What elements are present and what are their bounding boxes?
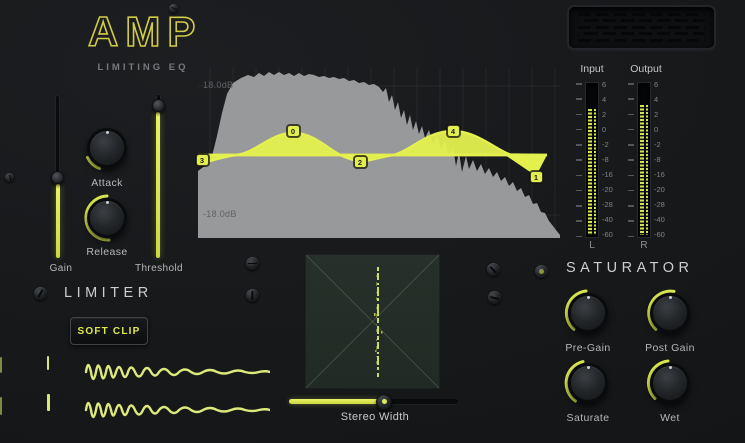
threshold-label: Threshold — [134, 263, 184, 274]
release-label: Release — [86, 246, 128, 258]
input-meter-label: Input — [580, 63, 604, 75]
pre-gain-knob[interactable] — [562, 287, 614, 339]
post-gain-label: Post Gain — [645, 342, 695, 354]
limiter-waveform-bottom — [84, 401, 270, 419]
post-gain-knob[interactable] — [644, 287, 696, 339]
saturate-knob[interactable] — [562, 357, 614, 409]
input-meter-ticks — [576, 83, 583, 237]
eq-db-top-label: 18.0dB — [203, 80, 234, 90]
limiter-waveform-top — [84, 363, 270, 381]
eq-band-handle[interactable]: 4 — [446, 125, 460, 137]
stereo-field-display — [305, 254, 440, 389]
waveform-tick — [47, 394, 50, 411]
wet-knob[interactable] — [644, 357, 696, 409]
grille-slot-row — [578, 38, 705, 42]
gain-slider-handle[interactable] — [51, 171, 64, 184]
limiter-title: LIMITER — [64, 285, 153, 301]
stereo-width-slider-handle[interactable] — [376, 393, 392, 410]
eq-spectrum-graph — [197, 68, 560, 238]
threshold-slider-fill — [156, 112, 160, 258]
eq-band-handle[interactable]: 1 — [529, 171, 543, 183]
input-meter-scale: 642 0 -2 -8 -16 -20 -28 -40 -60 — [602, 80, 613, 239]
soft-clip-button[interactable]: SOFT CLIP — [70, 317, 148, 345]
release-knob[interactable] — [81, 192, 133, 244]
speaker-grille — [567, 5, 716, 50]
screw-icon — [5, 173, 14, 182]
pre-gain-label: Pre-Gain — [565, 342, 611, 354]
screw-icon — [169, 4, 178, 13]
output-meter — [637, 82, 651, 238]
grille-slot-row — [578, 13, 705, 16]
screw-icon — [487, 263, 500, 276]
output-meter-channel-label: R — [640, 240, 648, 251]
screw-icon — [246, 257, 259, 270]
grille-slot-row — [578, 32, 705, 36]
eq-band-handle[interactable]: 2 — [353, 156, 367, 168]
led-screw-icon — [535, 265, 548, 278]
output-meter-scale: 642 0 -2 -8 -16 -20 -28 -40 -60 — [654, 80, 665, 239]
gain-label: Gain — [49, 263, 73, 274]
eq-db-bottom-label: -18.0dB — [203, 209, 237, 219]
eq-display[interactable] — [197, 68, 560, 238]
waveform-edge-tick — [0, 357, 2, 373]
waveform-edge-tick — [0, 397, 2, 415]
screw-icon — [34, 287, 47, 300]
stereo-width-label: Stereo Width — [340, 411, 410, 423]
eq-band-handle[interactable]: 3 — [195, 154, 209, 166]
app-logo: AMP — [87, 7, 203, 56]
app-subtitle: LIMITING EQ — [97, 62, 189, 73]
input-meter — [585, 82, 599, 238]
output-meter-ticks — [628, 83, 635, 237]
grille-slot-row — [578, 25, 705, 29]
waveform-tick — [47, 356, 49, 370]
output-meter-label: Output — [630, 63, 662, 75]
plugin-window: AMP LIMITING EQ Gain Threshold Attack Re… — [0, 0, 745, 443]
saturator-title: SATURATOR — [566, 260, 694, 276]
wet-label: Wet — [660, 412, 680, 424]
threshold-slider-handle[interactable] — [151, 99, 165, 112]
input-meter-channel-label: L — [589, 240, 595, 251]
attack-knob[interactable] — [81, 122, 133, 174]
stereo-width-slider-fill — [289, 399, 384, 404]
eq-band-handle[interactable]: 0 — [286, 125, 300, 137]
saturate-label: Saturate — [566, 412, 610, 424]
screw-icon — [246, 289, 259, 302]
attack-label: Attack — [91, 177, 123, 189]
grille-slot-row — [578, 19, 705, 23]
gain-slider-fill — [55, 184, 60, 258]
screw-icon — [488, 291, 501, 304]
